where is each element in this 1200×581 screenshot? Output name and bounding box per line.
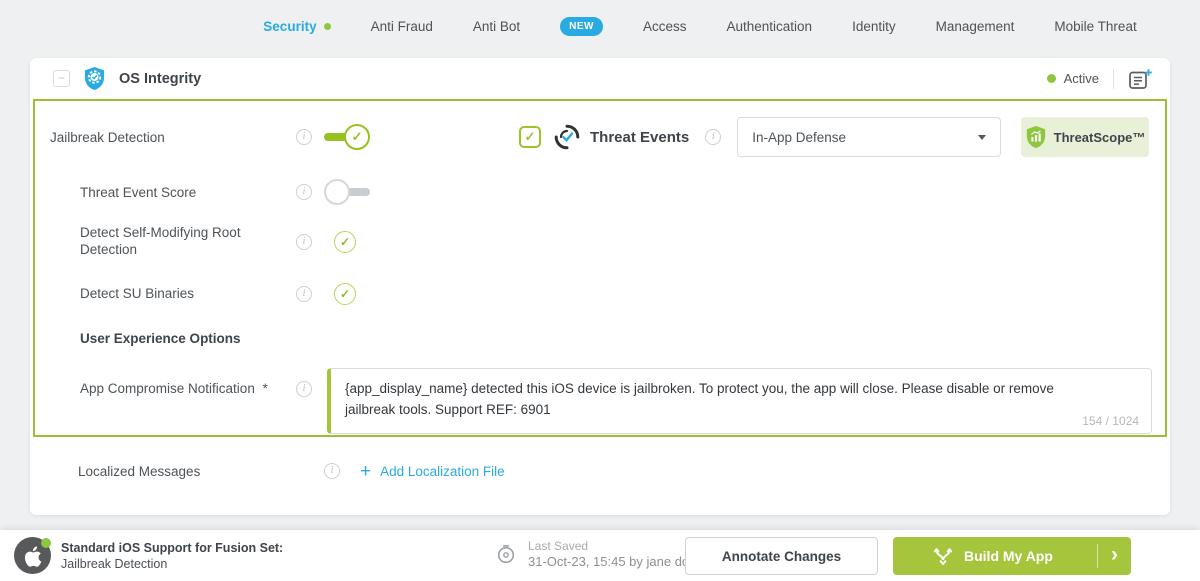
info-icon[interactable]: i bbox=[296, 184, 312, 200]
threat-event-score-toggle[interactable] bbox=[324, 179, 370, 205]
threat-events-label: Threat Events bbox=[590, 128, 690, 146]
jailbreak-detection-row: Jailbreak Detection i ✓ ✓ Threat Events bbox=[35, 101, 1165, 157]
threatscope-label: ThreatScope™ bbox=[1053, 129, 1146, 145]
threat-event-score-row: Threat Event Score i bbox=[35, 179, 1165, 205]
divider bbox=[1097, 544, 1098, 568]
user-experience-options-heading: User Experience Options bbox=[80, 330, 241, 346]
nav-tab-label: Anti Fraud bbox=[370, 18, 433, 34]
nav-tab-anti-fraud[interactable]: Anti Fraud bbox=[371, 19, 433, 34]
card-header: − OS Integrity Active bbox=[30, 58, 1170, 99]
threat-events-icon bbox=[554, 124, 580, 150]
jailbreak-detection-toggle[interactable]: ✓ bbox=[324, 124, 370, 150]
build-fork-icon bbox=[933, 547, 953, 566]
apple-ios-icon bbox=[14, 537, 51, 574]
nav-tab-anti-bot[interactable]: Anti Bot bbox=[473, 19, 520, 34]
localized-messages-label: Localized Messages bbox=[78, 463, 201, 479]
divider bbox=[1113, 68, 1114, 89]
nav-tab-security[interactable]: Security bbox=[263, 18, 331, 34]
new-badge: NEW bbox=[560, 16, 603, 36]
header-right-group: Active bbox=[1046, 68, 1152, 90]
os-integrity-shield-icon bbox=[83, 66, 106, 91]
last-saved-value: 31-Oct-23, 15:45 by jane doe bbox=[528, 554, 697, 569]
detect-self-modifying-label: Detect Self-Modifying Root Detection bbox=[80, 225, 241, 257]
status-dot-icon bbox=[1046, 74, 1056, 83]
app-compromise-notification-row: App Compromise Notification * i {app_dis… bbox=[35, 367, 1165, 434]
last-saved-label: Last Saved bbox=[528, 539, 589, 553]
threat-events-dropdown[interactable]: In-App Defense bbox=[737, 117, 1002, 157]
annotate-changes-button[interactable]: Annotate Changes bbox=[685, 537, 878, 575]
fusion-set-name: Jailbreak Detection bbox=[61, 556, 168, 571]
localized-messages-row: Localized Messages i + Add Localization … bbox=[30, 437, 1170, 515]
info-icon[interactable]: i bbox=[705, 129, 722, 145]
nav-tab-label: Security bbox=[263, 18, 317, 34]
active-status-dot-icon bbox=[323, 22, 331, 30]
section-title: OS Integrity bbox=[119, 70, 202, 87]
nav-tab-access[interactable]: Access bbox=[643, 19, 687, 34]
threat-event-score-label: Threat Event Score bbox=[80, 184, 197, 200]
detect-su-binaries-row: Detect SU Binaries i ✓ bbox=[35, 282, 1165, 305]
fusion-set-info: Standard iOS Support for Fusion Set: Jai… bbox=[14, 537, 283, 574]
nav-tab-label: Anti Bot bbox=[472, 18, 521, 34]
character-counter: 154 / 1024 bbox=[1082, 413, 1139, 428]
info-icon[interactable]: i bbox=[296, 285, 312, 302]
threat-events-checkbox[interactable]: ✓ bbox=[519, 126, 541, 148]
top-navigation: Security Anti Fraud Anti Bot NEW Access … bbox=[0, 0, 1200, 52]
build-my-app-button[interactable]: Build My App › bbox=[893, 537, 1131, 575]
notification-message-value: {app_display_name} detected this iOS dev… bbox=[345, 380, 1054, 417]
add-localization-file-label: Add Localization File bbox=[380, 463, 505, 479]
chevron-right-icon: › bbox=[1111, 543, 1118, 566]
footer-bar: Standard iOS Support for Fusion Set: Jai… bbox=[0, 530, 1200, 581]
required-asterisk: * bbox=[262, 380, 268, 396]
info-icon[interactable]: i bbox=[296, 380, 312, 397]
detect-self-modifying-checkbox[interactable]: ✓ bbox=[334, 230, 356, 253]
toggle-knob bbox=[324, 179, 350, 205]
chevron-down-icon bbox=[978, 134, 987, 140]
nav-tab-authentication[interactable]: Authentication bbox=[727, 19, 813, 34]
platform-active-dot-icon bbox=[41, 538, 51, 548]
status-badge: Active bbox=[1063, 71, 1099, 86]
nav-tab-label: Mobile Threat bbox=[1054, 18, 1137, 34]
fusion-set-text: Standard iOS Support for Fusion Set: Jai… bbox=[61, 541, 283, 571]
detect-su-binaries-checkbox[interactable]: ✓ bbox=[334, 282, 356, 305]
saved-watch-icon bbox=[495, 543, 517, 565]
nav-tab-label: Authentication bbox=[726, 18, 813, 34]
jailbreak-detection-label: Jailbreak Detection bbox=[50, 129, 165, 145]
info-icon[interactable]: i bbox=[296, 233, 312, 250]
threatscope-button[interactable]: ThreatScope™ bbox=[1021, 117, 1149, 157]
last-saved-info: Last Saved 31-Oct-23, 15:45 by jane doe bbox=[495, 539, 696, 569]
add-note-icon[interactable] bbox=[1128, 68, 1152, 90]
collapse-section-button[interactable]: − bbox=[53, 70, 70, 87]
os-integrity-card: − OS Integrity Active Jailbreak Detectio… bbox=[30, 58, 1170, 515]
info-icon[interactable]: i bbox=[296, 129, 312, 145]
app-compromise-notification-label: App Compromise Notification * bbox=[80, 368, 296, 396]
label-text: App Compromise Notification bbox=[80, 380, 255, 396]
info-icon[interactable]: i bbox=[324, 463, 340, 479]
detect-su-binaries-label: Detect SU Binaries bbox=[80, 286, 195, 302]
nav-tab-label: Access bbox=[642, 18, 687, 34]
app-compromise-notification-textarea[interactable]: {app_display_name} detected this iOS dev… bbox=[327, 367, 1152, 434]
nav-tab-mobile-threat[interactable]: Mobile Threat bbox=[1054, 19, 1136, 34]
dropdown-selected-value: In-App Defense bbox=[752, 129, 847, 145]
threat-events-group: ✓ Threat Events i In-App Defense bbox=[519, 117, 1002, 157]
plus-icon: + bbox=[360, 460, 372, 482]
detect-self-modifying-row: Detect Self-Modifying Root Detection i ✓ bbox=[35, 225, 1165, 259]
toggle-knob-check-icon: ✓ bbox=[344, 124, 370, 150]
nav-tab-management[interactable]: Management bbox=[936, 19, 1015, 34]
add-localization-file-link[interactable]: + Add Localization File bbox=[360, 462, 505, 481]
nav-tab-identity[interactable]: Identity bbox=[852, 19, 896, 34]
jailbreak-detection-section: Jailbreak Detection i ✓ ✓ Threat Events bbox=[33, 99, 1167, 437]
fusion-set-title: Standard iOS Support for Fusion Set: bbox=[61, 540, 284, 555]
nav-tab-label: Management bbox=[935, 18, 1015, 34]
threatscope-shield-icon bbox=[1025, 125, 1047, 149]
nav-tab-label: Identity bbox=[852, 18, 896, 34]
last-saved-text: Last Saved 31-Oct-23, 15:45 by jane doe bbox=[528, 539, 696, 569]
build-my-app-label: Build My App bbox=[964, 548, 1053, 564]
